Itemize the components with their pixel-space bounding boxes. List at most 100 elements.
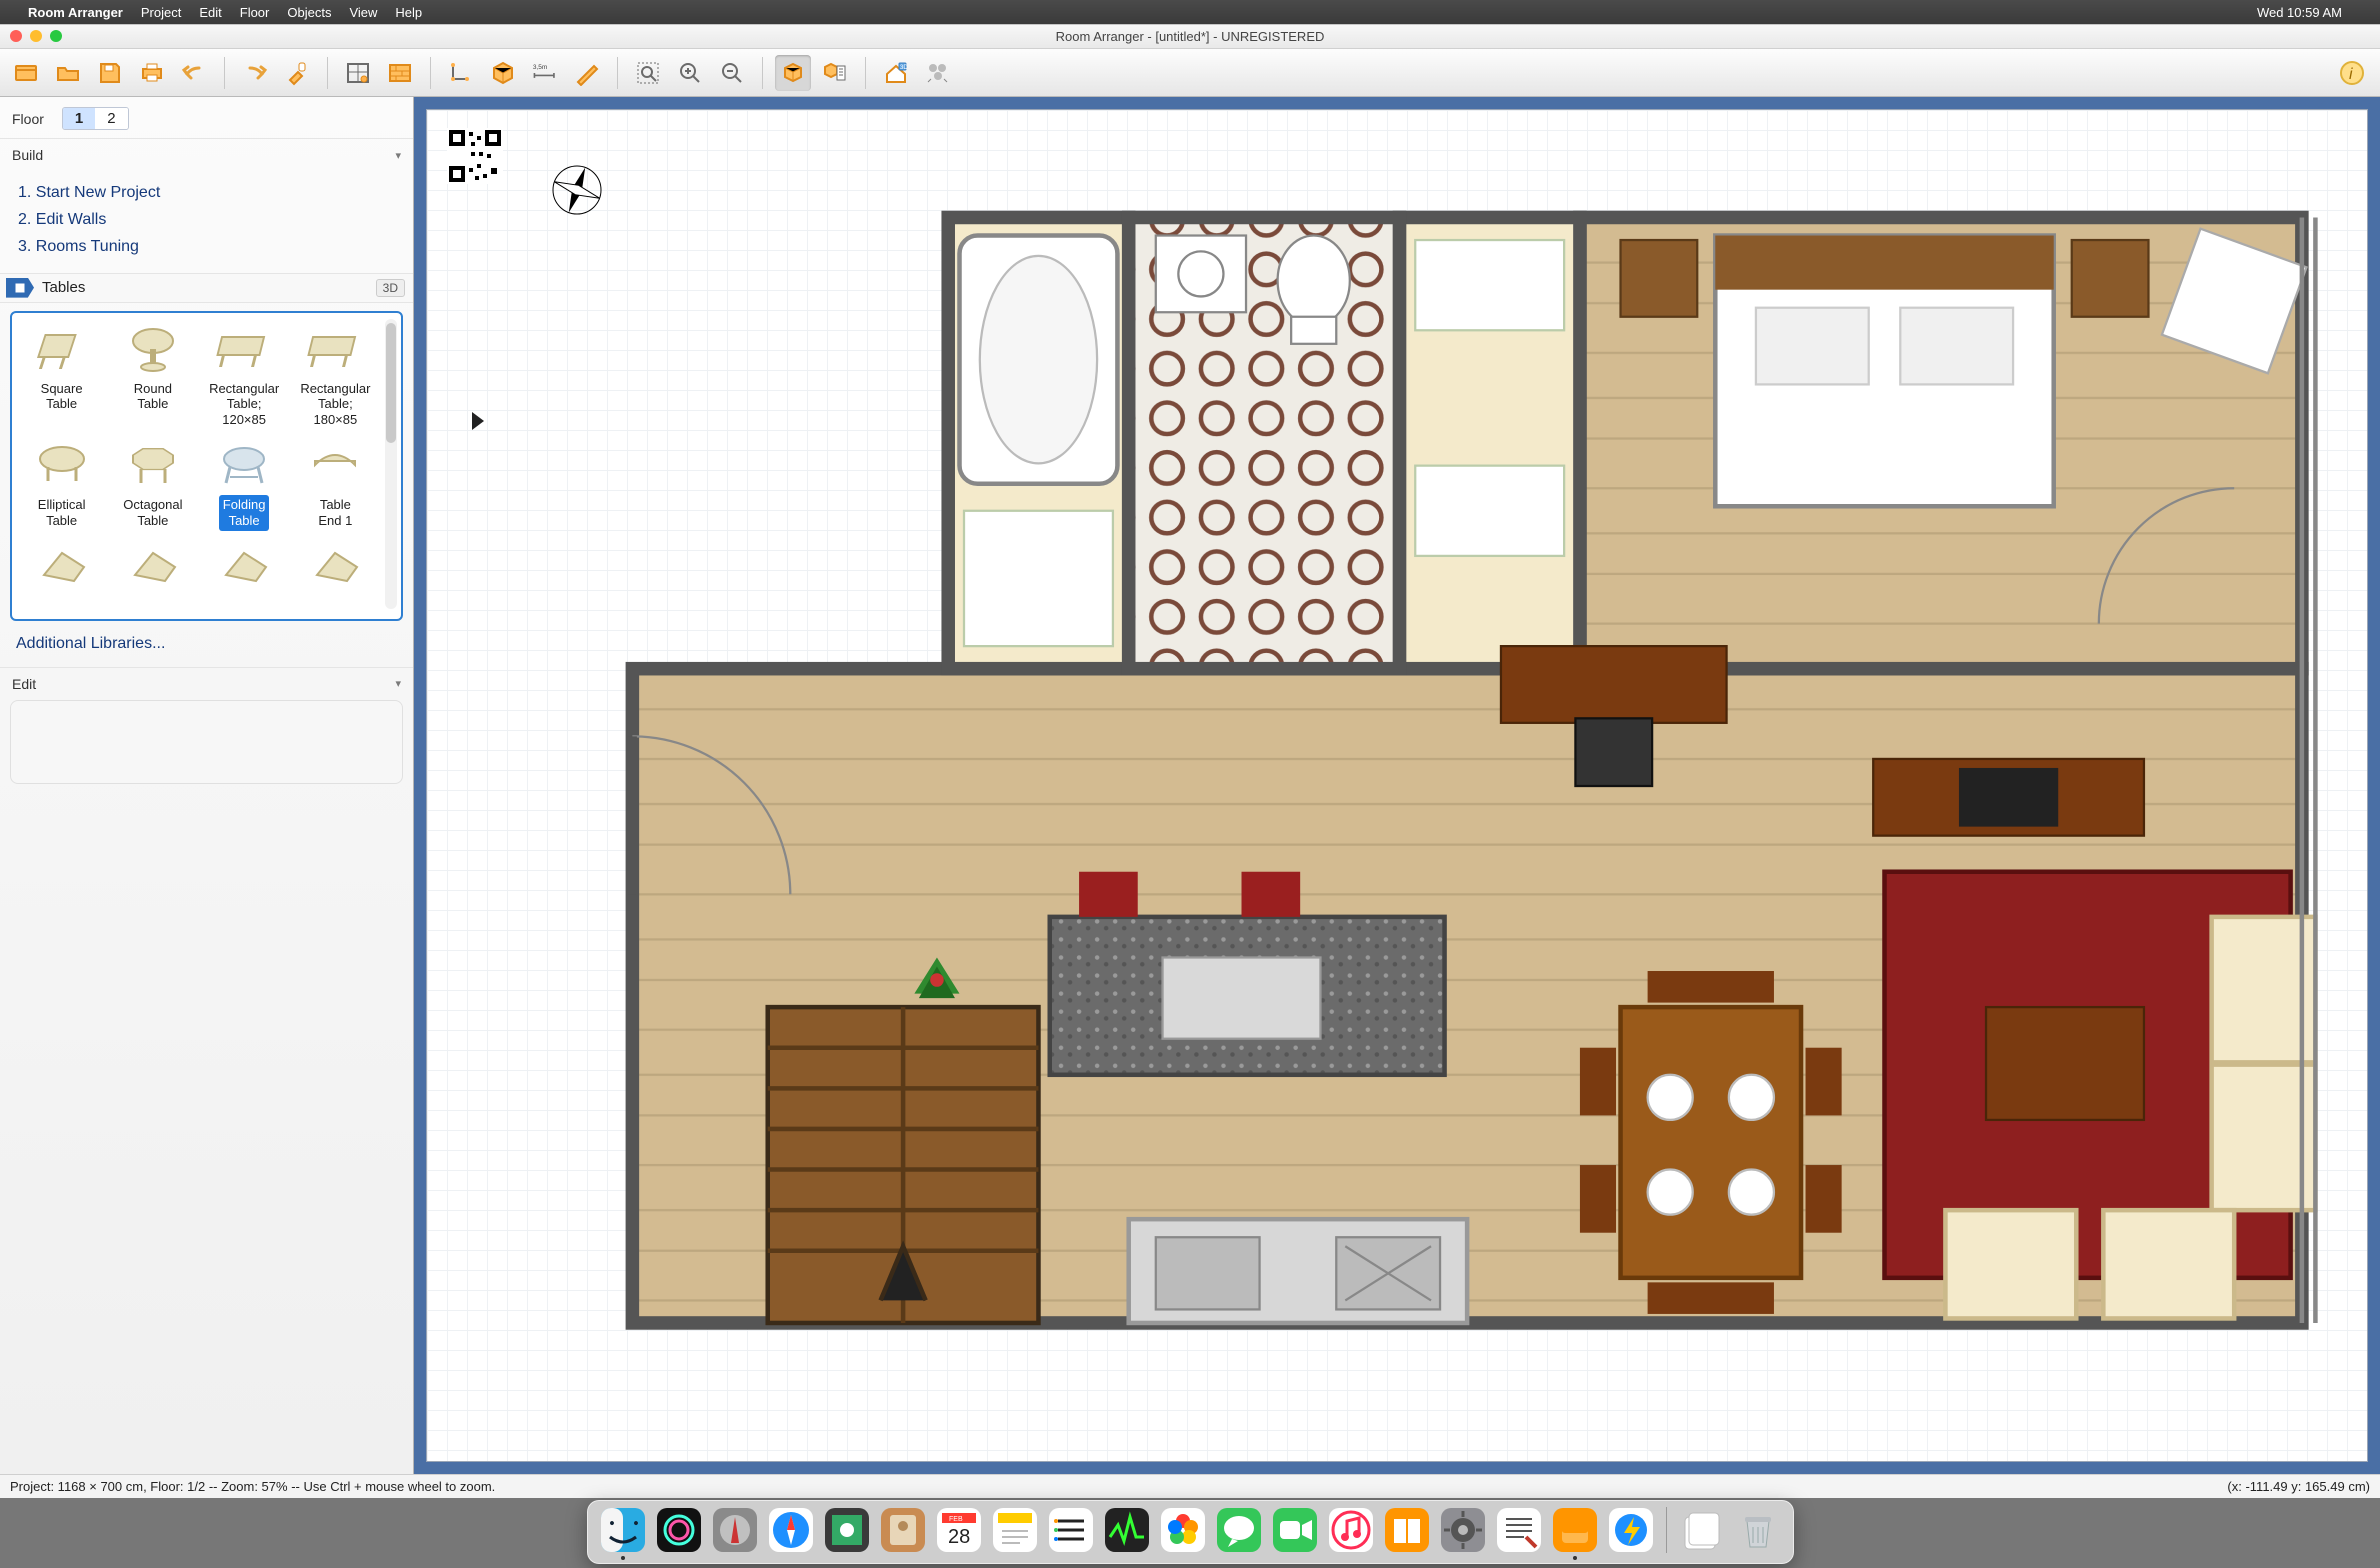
cube-object-button[interactable]	[485, 55, 521, 91]
gallery-item[interactable]: Table End 1	[290, 435, 381, 532]
zoom-fit-button[interactable]	[630, 55, 666, 91]
build-link-edit-walls[interactable]: 2. Edit Walls	[18, 206, 395, 233]
table-thumb-icon	[216, 321, 272, 377]
view-object-list-button[interactable]	[817, 55, 853, 91]
dock-itunes-icon[interactable]	[1328, 1507, 1374, 1553]
edit-panel-placeholder	[10, 700, 403, 784]
category-title[interactable]: Tables	[42, 279, 85, 296]
view-3d-object-button[interactable]	[775, 55, 811, 91]
room-corner-button[interactable]	[443, 55, 479, 91]
window-close-button[interactable]	[10, 30, 22, 42]
open-button[interactable]	[50, 55, 86, 91]
dock-messages-icon[interactable]	[1216, 1507, 1262, 1553]
dock-documents-stack-icon[interactable]	[1679, 1507, 1725, 1553]
edit-section-header[interactable]: Edit ▾	[0, 667, 413, 700]
dock-room-arranger-icon[interactable]	[1552, 1507, 1598, 1553]
floor-label: Floor	[12, 111, 44, 127]
dock-ibooks-icon[interactable]	[1384, 1507, 1430, 1553]
gallery-item-label: Rectangular Table; 180×85	[296, 379, 374, 430]
window-zoom-button[interactable]	[50, 30, 62, 42]
gallery-item[interactable]: Rectangular Table; 180×85	[290, 319, 381, 432]
dock-contacts-icon[interactable]	[880, 1507, 926, 1553]
redo-button[interactable]	[237, 55, 273, 91]
gallery-item[interactable]: Folding Table	[199, 435, 290, 532]
gallery-item[interactable]: Octagonal Table	[107, 435, 198, 532]
gallery-item[interactable]: Rectangular Table; 120×85	[199, 319, 290, 432]
zoom-out-button[interactable]	[714, 55, 750, 91]
menu-edit[interactable]: Edit	[199, 5, 221, 20]
brick-wall-button[interactable]	[382, 55, 418, 91]
gallery-item[interactable]	[16, 537, 107, 609]
svg-text:FEB: FEB	[949, 1516, 963, 1523]
dock-photos-icon[interactable]	[1160, 1507, 1206, 1553]
dock-system-preferences-icon[interactable]	[1440, 1507, 1486, 1553]
gallery-item-label: Elliptical Table	[34, 495, 90, 530]
gallery-item-label: Folding Table	[219, 495, 270, 530]
menu-objects[interactable]: Objects	[287, 5, 331, 20]
dock-bolt-app-icon[interactable]	[1608, 1507, 1654, 1553]
gallery-item[interactable]: Elliptical Table	[16, 435, 107, 532]
running-dot-icon	[1573, 1556, 1577, 1560]
gallery-item[interactable]: Square Table	[16, 319, 107, 432]
build-link-new-project[interactable]: 1. Start New Project	[18, 179, 395, 206]
sidebar: Floor 1 2 Build ▾ 1. Start New Project 2…	[0, 97, 414, 1474]
menu-floor[interactable]: Floor	[240, 5, 270, 20]
menu-help[interactable]: Help	[395, 5, 422, 20]
gallery-item[interactable]: Round Table	[107, 319, 198, 432]
zoom-in-button[interactable]	[672, 55, 708, 91]
dock-notes-icon[interactable]	[992, 1507, 1038, 1553]
gallery-item[interactable]	[107, 537, 198, 609]
gallery-item-label	[240, 597, 248, 609]
macos-menubar: Room Arranger Project Edit Floor Objects…	[0, 0, 2380, 24]
new-project-button[interactable]	[8, 55, 44, 91]
gallery-item-label	[58, 597, 66, 609]
table-thumb-icon	[307, 321, 363, 377]
dock-siri-icon[interactable]	[656, 1507, 702, 1553]
wall-designer-button[interactable]	[340, 55, 376, 91]
menu-project[interactable]: Project	[141, 5, 181, 20]
dock-launchpad-icon[interactable]	[712, 1507, 758, 1553]
expand-panel-icon[interactable]	[469, 410, 487, 437]
dock-trash-icon[interactable]	[1735, 1507, 1781, 1553]
additional-libraries-link[interactable]: Additional Libraries...	[16, 635, 165, 652]
view-3d-house-button[interactable]: 3D	[878, 55, 914, 91]
floor-tab-1[interactable]: 1	[63, 108, 95, 129]
dock-finder-icon[interactable]	[600, 1507, 646, 1553]
category-back-icon[interactable]	[6, 278, 34, 298]
info-button[interactable]: i	[2334, 55, 2370, 91]
build-link-rooms-tuning[interactable]: 3. Rooms Tuning	[18, 233, 395, 260]
window-minimize-button[interactable]	[30, 30, 42, 42]
dock-activity-monitor-icon[interactable]	[1104, 1507, 1150, 1553]
effects-button[interactable]	[920, 55, 956, 91]
menubar-app-name[interactable]: Room Arranger	[28, 5, 123, 20]
measure-button[interactable]: 3,5m	[527, 55, 563, 91]
floor-tab-2[interactable]: 2	[95, 108, 127, 129]
badge-3d[interactable]: 3D	[376, 279, 405, 297]
dock-facetime-icon[interactable]	[1272, 1507, 1318, 1553]
edit-section-title: Edit	[12, 676, 36, 692]
floorplan-canvas[interactable]	[426, 109, 2368, 1462]
menu-view[interactable]: View	[349, 5, 377, 20]
main-toolbar: 3,5m 3D i	[0, 49, 2380, 97]
status-left: Project: 1168 × 700 cm, Floor: 1/2 -- Zo…	[10, 1479, 495, 1494]
chevron-down-icon: ▾	[395, 149, 401, 162]
gallery-item[interactable]	[199, 537, 290, 609]
draw-line-button[interactable]	[569, 55, 605, 91]
macos-dock-area: FEB28	[0, 1498, 2380, 1568]
gallery-item[interactable]	[290, 537, 381, 609]
dock-textedit-icon[interactable]	[1496, 1507, 1542, 1553]
table-thumb-icon	[216, 539, 272, 595]
save-button[interactable]	[92, 55, 128, 91]
build-section-header[interactable]: Build ▾	[0, 138, 413, 171]
undo-button[interactable]	[176, 55, 212, 91]
gallery-scrollbar[interactable]	[385, 319, 397, 609]
paint-button[interactable]	[279, 55, 315, 91]
dock-preview-icon[interactable]	[824, 1507, 870, 1553]
menubar-clock[interactable]: Wed 10:59 AM	[2257, 5, 2342, 20]
measure-label: 3,5m	[533, 63, 547, 70]
dock-reminders-icon[interactable]	[1048, 1507, 1094, 1553]
dock-calendar-icon[interactable]: FEB28	[936, 1507, 982, 1553]
svg-text:i: i	[2349, 66, 2353, 83]
dock-safari-icon[interactable]	[768, 1507, 814, 1553]
print-button[interactable]	[134, 55, 170, 91]
